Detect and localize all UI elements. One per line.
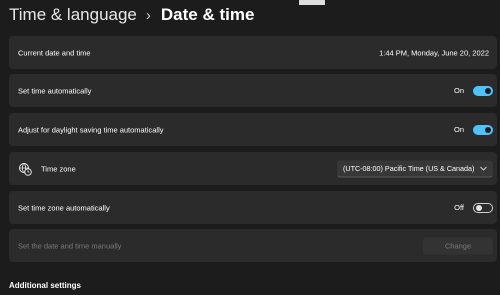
- current-datetime-label: Current date and time: [18, 48, 91, 57]
- set-time-zone-automatically-card: Set time zone automatically Off: [9, 191, 497, 224]
- toggle-state-text: On: [453, 86, 464, 95]
- dst-toggle[interactable]: [473, 124, 493, 135]
- time-zone-dropdown[interactable]: (UTC-08:00) Pacific Time (US & Canada): [337, 160, 493, 177]
- breadcrumb: Time & language › Date & time: [9, 5, 254, 25]
- page-title: Date & time: [160, 5, 255, 24]
- dst-toggle-group: On: [453, 124, 493, 135]
- set-manually-card: Set the date and time manually Change: [9, 229, 497, 262]
- dst-label: Adjust for daylight saving time automati…: [18, 125, 164, 134]
- set-time-automatically-toggle[interactable]: [473, 85, 493, 96]
- toggle-knob: [485, 87, 491, 94]
- set-time-automatically-toggle-group: On: [453, 85, 493, 96]
- current-datetime-card: Current date and time 1:44 PM, Monday, J…: [9, 36, 497, 69]
- set-time-zone-automatically-toggle-group: Off: [454, 202, 493, 213]
- current-datetime-value: 1:44 PM, Monday, June 20, 2022: [379, 48, 489, 57]
- set-manually-label: Set the date and time manually: [18, 241, 122, 250]
- globe-clock-icon: [19, 162, 32, 176]
- toggle-state-text: Off: [454, 203, 464, 212]
- chevron-right-icon: ›: [145, 6, 151, 24]
- change-button[interactable]: Change: [423, 237, 493, 254]
- dst-card: Adjust for daylight saving time automati…: [9, 113, 497, 146]
- change-button-label: Change: [444, 241, 472, 250]
- time-zone-selected-value: (UTC-08:00) Pacific Time (US & Canada): [343, 163, 475, 173]
- set-time-zone-automatically-toggle[interactable]: [473, 202, 493, 213]
- time-zone-label: Time zone: [41, 164, 76, 173]
- toggle-knob: [476, 204, 482, 211]
- set-time-automatically-label: Set time automatically: [18, 86, 92, 95]
- set-time-zone-automatically-label: Set time zone automatically: [18, 203, 110, 212]
- toggle-state-text: On: [453, 125, 464, 134]
- breadcrumb-parent-link[interactable]: Time & language: [9, 5, 137, 25]
- time-zone-card: Time zone (UTC-08:00) Pacific Time (US &…: [9, 152, 497, 185]
- toggle-knob: [485, 126, 491, 133]
- top-marker: [299, 0, 325, 5]
- additional-settings-heading: Additional settings: [9, 281, 81, 290]
- chevron-down-icon: [480, 166, 487, 171]
- set-time-automatically-card: Set time automatically On: [9, 74, 497, 107]
